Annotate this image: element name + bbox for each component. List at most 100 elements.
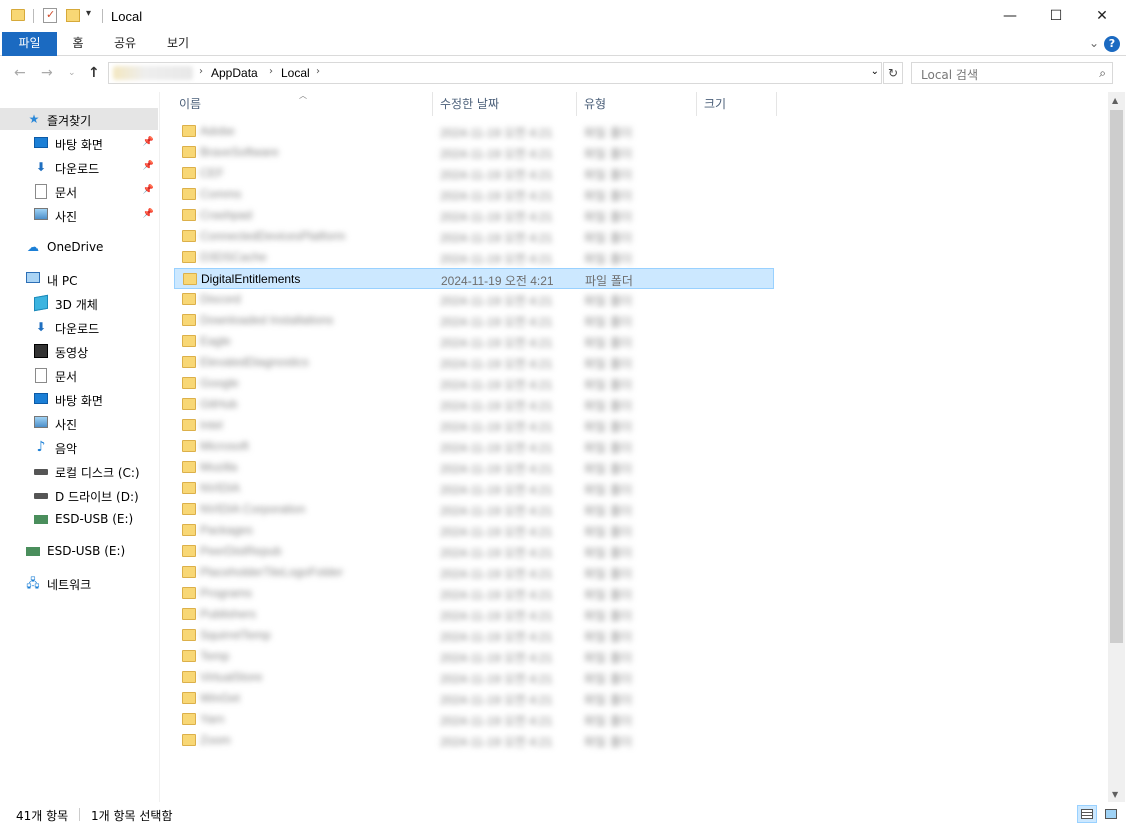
minimize-button[interactable]: — xyxy=(987,0,1033,32)
back-icon[interactable]: ← xyxy=(14,65,26,81)
file-row[interactable]: NVIDIA Corporation 2024-11-19 오전 4:21 파일 폴… xyxy=(174,499,774,520)
file-date: 2024-11-19 오전 4:21 xyxy=(440,630,553,644)
column-divider[interactable] xyxy=(576,92,577,116)
properties-icon[interactable] xyxy=(43,8,57,23)
file-row[interactable]: Programs 2024-11-19 오전 4:21 파일 폴더 xyxy=(174,583,774,604)
file-type: 파일 폴더 xyxy=(584,651,632,665)
column-divider[interactable] xyxy=(696,92,697,116)
file-row[interactable]: Microsoft 2024-11-19 오전 4:21 파일 폴더 xyxy=(174,436,774,457)
file-row[interactable]: Publishers 2024-11-19 오전 4:21 파일 폴더 xyxy=(174,604,774,625)
large-icons-view-button[interactable] xyxy=(1101,805,1121,823)
file-date: 2024-11-19 오전 4:21 xyxy=(440,294,553,308)
file-row[interactable]: PlaceholderTileLogoFolder 2024-11-19 오전 4… xyxy=(174,562,774,583)
help-icon[interactable]: ? xyxy=(1104,36,1120,52)
scrollbar-thumb[interactable] xyxy=(1110,110,1123,643)
file-row[interactable]: SquirrelTemp 2024-11-19 오전 4:21 파일 폴더 xyxy=(174,625,774,646)
file-name: SquirrelTemp xyxy=(200,628,271,642)
file-row[interactable]: CEF 2024-11-19 오전 4:21 파일 폴더 xyxy=(174,163,774,184)
file-row[interactable]: Yarn 2024-11-19 오전 4:21 파일 폴더 xyxy=(174,709,774,730)
file-row[interactable]: Temp 2024-11-19 오전 4:21 파일 폴더 xyxy=(174,646,774,667)
customize-quick-access-icon[interactable]: ▾ xyxy=(86,8,91,19)
tab-file[interactable]: 파일 xyxy=(2,32,57,56)
file-row[interactable]: ElevatedDiagnostics 2024-11-19 오전 4:21 파일 … xyxy=(174,352,774,373)
chevron-right-icon[interactable]: › xyxy=(269,66,273,77)
file-row[interactable]: WinGet 2024-11-19 오전 4:21 파일 폴더 xyxy=(174,688,774,709)
nav-music[interactable]: ♪ 음악 xyxy=(0,436,158,458)
file-row[interactable]: D3DSCache 2024-11-19 오전 4:21 파일 폴더 xyxy=(174,247,774,268)
nav-qa-downloads[interactable]: ⬇ 다운로드 📌 xyxy=(0,156,158,178)
address-bar[interactable]: › AppData › Local › ⌄ xyxy=(108,62,882,84)
chevron-right-icon[interactable]: › xyxy=(316,66,320,77)
nav-videos[interactable]: 동영상 xyxy=(0,340,158,362)
file-row[interactable]: ConnectedDevicesPlatform 2024-11-19 오전 4:… xyxy=(174,226,774,247)
file-type: 파일 폴더 xyxy=(584,462,632,476)
chevron-right-icon[interactable]: › xyxy=(199,66,203,77)
file-type: 파일 폴더 xyxy=(584,399,632,413)
column-header-size[interactable]: 크기 xyxy=(704,92,726,116)
nav-quick-access[interactable]: ★ 즐겨찾기 xyxy=(0,108,158,130)
file-row[interactable]: Intel 2024-11-19 오전 4:21 파일 폴더 xyxy=(174,415,774,436)
file-row[interactable]: PeerDistRepub 2024-11-19 오전 4:21 파일 폴더 xyxy=(174,541,774,562)
column-header-type[interactable]: 유형 xyxy=(584,92,606,116)
scroll-up-icon[interactable]: ▲ xyxy=(1112,96,1118,105)
recent-locations-icon[interactable]: ⌄ xyxy=(68,68,76,78)
search-box[interactable]: Local 검색 ⌕ xyxy=(911,62,1113,84)
nav-usb-e[interactable]: ESD-USB (E:) xyxy=(0,508,158,530)
tab-share[interactable]: 공유 xyxy=(107,32,143,56)
file-row[interactable]: NVIDIA 2024-11-19 오전 4:21 파일 폴더 xyxy=(174,478,774,499)
file-row[interactable]: VirtualStore 2024-11-19 오전 4:21 파일 폴더 xyxy=(174,667,774,688)
nav-qa-documents[interactable]: 문서 📌 xyxy=(0,180,158,202)
up-icon[interactable]: ↑ xyxy=(88,65,100,81)
column-divider[interactable] xyxy=(776,92,777,116)
new-folder-icon[interactable] xyxy=(66,9,80,22)
file-row[interactable]: GitHub 2024-11-19 오전 4:21 파일 폴더 xyxy=(174,394,774,415)
folder-icon xyxy=(182,545,196,557)
expand-ribbon-icon[interactable]: ⌄ xyxy=(1089,36,1099,50)
nav-desktop[interactable]: 바탕 화면 xyxy=(0,388,158,410)
nav-qa-pictures[interactable]: 사진 📌 xyxy=(0,204,158,226)
forward-icon[interactable]: → xyxy=(41,65,53,81)
nav-usb-root[interactable]: ESD-USB (E:) xyxy=(0,540,158,562)
column-header-date[interactable]: 수정한 날짜 xyxy=(440,92,499,116)
file-row[interactable]: Packages 2024-11-19 오전 4:21 파일 폴더 xyxy=(174,520,774,541)
file-row[interactable]: Mozilla 2024-11-19 오전 4:21 파일 폴더 xyxy=(174,457,774,478)
tab-home[interactable]: 홈 xyxy=(63,32,93,56)
nav-qa-desktop[interactable]: 바탕 화면 📌 xyxy=(0,132,158,154)
nav-drive-d[interactable]: D 드라이브 (D:) xyxy=(0,484,158,506)
column-header-name[interactable]: 이름 xyxy=(179,92,201,116)
column-divider[interactable] xyxy=(432,92,433,116)
file-row[interactable]: Zoom 2024-11-19 오전 4:21 파일 폴더 xyxy=(174,730,774,751)
search-input[interactable]: Local 검색 xyxy=(921,66,978,83)
nav-onedrive[interactable]: ☁ OneDrive xyxy=(0,236,158,258)
breadcrumb-appdata[interactable]: AppData xyxy=(211,66,258,80)
scroll-down-icon[interactable]: ▼ xyxy=(1112,790,1118,799)
file-row[interactable]: BraveSoftware 2024-11-19 오전 4:21 파일 폴더 xyxy=(174,142,774,163)
file-row[interactable]: Crashpad 2024-11-19 오전 4:21 파일 폴더 xyxy=(174,205,774,226)
details-view-button[interactable] xyxy=(1077,805,1097,823)
file-row[interactable]: Comms 2024-11-19 오전 4:21 파일 폴더 xyxy=(174,184,774,205)
nav-this-pc[interactable]: 내 PC xyxy=(0,268,158,290)
file-row[interactable]: Google 2024-11-19 오전 4:21 파일 폴더 xyxy=(174,373,774,394)
close-button[interactable]: ✕ xyxy=(1079,0,1125,32)
maximize-button[interactable]: ☐ xyxy=(1033,0,1079,32)
file-row[interactable]: Downloaded Installations 2024-11-19 오전 4:… xyxy=(174,310,774,331)
folder-icon xyxy=(182,356,196,368)
nav-pictures[interactable]: 사진 xyxy=(0,412,158,434)
file-row[interactable]: DigitalEntitlements 2024-11-19 오전 4:21 파일 … xyxy=(174,268,774,289)
nav-local-disk-c[interactable]: 로컬 디스크 (C:) xyxy=(0,460,158,482)
refresh-button[interactable]: ↻ xyxy=(883,62,903,84)
file-name: PeerDistRepub xyxy=(200,544,282,558)
nav-network[interactable]: 🖧 네트워크 xyxy=(0,572,158,594)
nav-documents[interactable]: 문서 xyxy=(0,364,158,386)
file-date: 2024-11-19 오전 4:21 xyxy=(440,126,553,140)
nav-label: 로컬 디스크 (C:) xyxy=(55,466,140,480)
file-row[interactable]: Eagle 2024-11-19 오전 4:21 파일 폴더 xyxy=(174,331,774,352)
file-row[interactable]: Adobe 2024-11-19 오전 4:21 파일 폴더 xyxy=(174,121,774,142)
nav-downloads[interactable]: ⬇ 다운로드 xyxy=(0,316,158,338)
nav-3d-objects[interactable]: 3D 개체 xyxy=(0,292,158,314)
file-row[interactable]: Discord 2024-11-19 오전 4:21 파일 폴더 xyxy=(174,289,774,310)
tab-view[interactable]: 보기 xyxy=(160,32,196,56)
vertical-scrollbar[interactable]: ▲ ▼ xyxy=(1108,92,1125,802)
breadcrumb-local[interactable]: Local xyxy=(281,66,310,80)
address-dropdown-icon[interactable]: ⌄ xyxy=(871,66,879,77)
